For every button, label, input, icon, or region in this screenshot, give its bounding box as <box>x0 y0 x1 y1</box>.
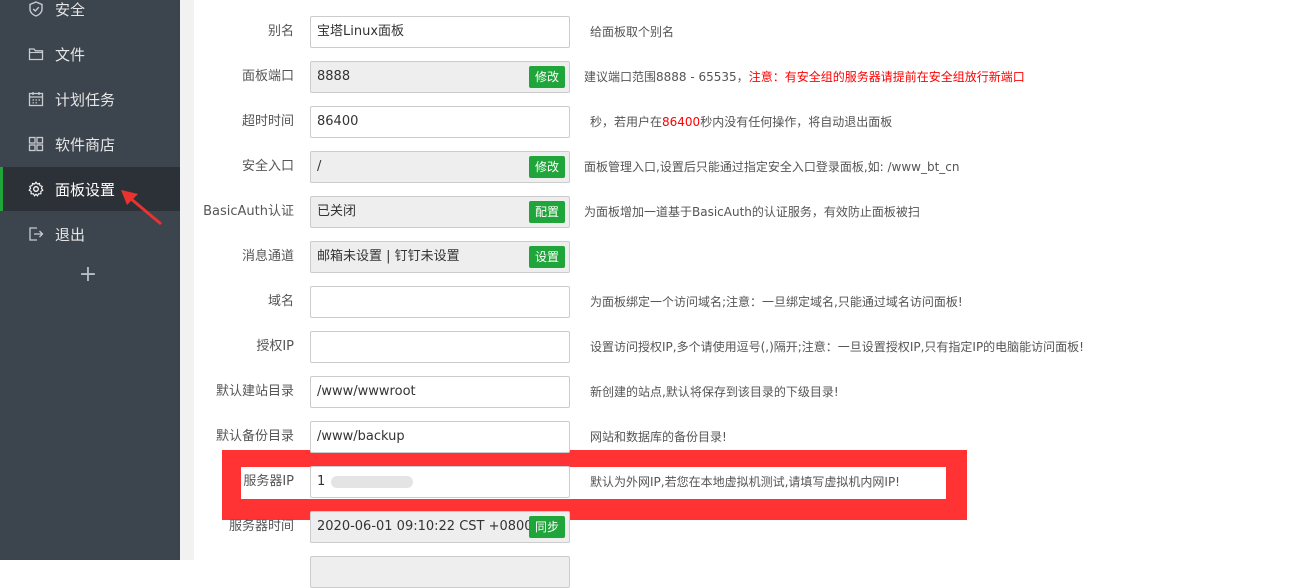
port-label: 面板端口 <box>241 69 294 84</box>
basic-auth-config-button[interactable]: 配置 <box>528 201 565 223</box>
alias-field[interactable]: 宝塔Linux面板 <box>310 16 570 48</box>
backup-dir-hint: 网站和数据库的备份目录! <box>590 430 727 444</box>
backup-dir-value: /www/backup <box>317 429 405 444</box>
sidebar-item-security[interactable]: 安全 <box>0 0 180 31</box>
basic-auth-hint: 为面板增加一道基于BasicAuth的认证服务，有效防止面板被扫 <box>584 205 920 219</box>
form-row-backup-dir: 默认备份目录 /www/backup 网站和数据库的备份目录! <box>194 421 1301 453</box>
auth-ip-hint: 设置访问授权IP,多个请使用逗号(,)隔开;注意：一旦设置授权IP,只有指定IP… <box>590 340 1084 354</box>
form-row-auth-ip: 授权IP 设置访问授权IP,多个请使用逗号(,)隔开;注意：一旦设置授权IP,只… <box>194 331 1301 363</box>
timeout-hint: 秒，若用户在86400秒内没有任何操作，将自动退出面板 <box>590 106 892 138</box>
security-entry-field: / 修改 <box>310 151 570 183</box>
backup-dir-label: 默认备份目录 <box>215 429 294 444</box>
sidebar-item-cron[interactable]: 计划任务 <box>0 77 180 121</box>
server-ip-hint: 默认为外网IP,若您在本地虚拟机测试,请填写虚拟机内网IP! <box>590 475 900 489</box>
logout-icon <box>26 224 46 244</box>
content-gutter <box>180 0 194 560</box>
sidebar-item-label: 计划任务 <box>55 90 116 109</box>
timeout-value: 86400 <box>317 114 359 129</box>
gear-icon <box>26 179 46 199</box>
form-row-message-channel: 消息通道 邮箱未设置 | 钉钉未设置 设置 <box>194 241 1301 273</box>
server-time-value: 2020-06-01 09:10:22 CST +0800 <box>317 519 533 534</box>
port-hint: 建议端口范围8888 - 65535，注意：有安全组的服务器请提前在安全组放行新… <box>584 61 1025 93</box>
sidebar-item-label: 文件 <box>55 45 86 64</box>
domain-field[interactable] <box>310 286 570 318</box>
site-dir-field[interactable]: /www/wwwroot <box>310 376 570 408</box>
redacted-ip-blur <box>331 475 414 488</box>
timeout-hint-suffix: 秒内没有任何操作，将自动退出面板 <box>700 115 893 129</box>
sidebar-item-store[interactable]: 软件商店 <box>0 122 180 166</box>
server-ip-field[interactable]: 1 <box>310 466 570 498</box>
port-modify-button[interactable]: 修改 <box>528 66 565 88</box>
form-row-port: 面板端口 8888 修改 建议端口范围8888 - 65535，注意：有安全组的… <box>194 61 1301 93</box>
form-row-security-entry: 安全入口 / 修改 面板管理入口,设置后只能通过指定安全入口登录面板,如: /w… <box>194 151 1301 183</box>
alias-hint: 给面板取个别名 <box>590 25 675 39</box>
backup-dir-field[interactable]: /www/backup <box>310 421 570 453</box>
port-field: 8888 修改 <box>310 61 570 93</box>
timeout-hint-value: 86400 <box>662 115 701 129</box>
site-dir-label: 默认建站目录 <box>215 384 294 399</box>
form-row-alias: 别名 宝塔Linux面板 给面板取个别名 <box>194 16 1301 48</box>
server-ip-label: 服务器IP <box>243 474 294 489</box>
port-hint-text: 建议端口范围8888 - 65535， <box>584 70 749 84</box>
form-row-server-time: 服务器时间 2020-06-01 09:10:22 CST +0800 同步 <box>194 511 1301 543</box>
annotation-arrow-icon <box>121 190 162 226</box>
sidebar-item-label: 退出 <box>55 225 86 244</box>
message-channel-label: 消息通道 <box>241 249 294 264</box>
add-button[interactable]: + <box>76 263 100 287</box>
domain-label: 域名 <box>267 294 294 309</box>
site-dir-value: /www/wwwroot <box>317 384 416 399</box>
alias-label: 别名 <box>267 24 294 39</box>
site-dir-hint: 新创建的站点,默认将保存到该目录的下级目录! <box>590 385 839 399</box>
security-entry-modify-button[interactable]: 修改 <box>528 156 565 178</box>
message-channel-setup-button[interactable]: 设置 <box>528 246 565 268</box>
sidebar: 安全 文件 计划任务 软件商店 面板设置 退出 + <box>0 0 180 560</box>
message-channel-field: 邮箱未设置 | 钉钉未设置 设置 <box>310 241 570 273</box>
sidebar-item-label: 安全 <box>55 0 86 19</box>
timeout-label: 超时时间 <box>241 114 294 129</box>
domain-hint: 为面板绑定一个访问域名;注意：一旦绑定域名,只能通过域名访问面板! <box>590 295 963 309</box>
server-ip-value: 1 <box>317 467 414 497</box>
message-channel-value: 邮箱未设置 | 钉钉未设置 <box>317 249 460 264</box>
next-row-field <box>310 556 570 588</box>
auth-ip-label: 授权IP <box>256 339 294 354</box>
form-row-domain: 域名 为面板绑定一个访问域名;注意：一旦绑定域名,只能通过域名访问面板! <box>194 286 1301 318</box>
basic-auth-label: BasicAuth认证 <box>203 204 294 219</box>
form-row-timeout: 超时时间 86400 秒，若用户在86400秒内没有任何操作，将自动退出面板 <box>194 106 1301 138</box>
sidebar-item-label: 软件商店 <box>55 135 116 154</box>
calendar-icon <box>26 89 46 109</box>
port-value: 8888 <box>317 69 351 84</box>
basic-auth-value: 已关闭 <box>317 204 357 219</box>
shield-icon <box>26 0 46 19</box>
form-row-basic-auth: BasicAuth认证 已关闭 配置 为面板增加一道基于BasicAuth的认证… <box>194 196 1301 228</box>
sidebar-item-label: 面板设置 <box>55 180 116 199</box>
sidebar-item-files[interactable]: 文件 <box>0 32 180 76</box>
alias-value: 宝塔Linux面板 <box>317 24 405 39</box>
server-time-field: 2020-06-01 09:10:22 CST +0800 同步 <box>310 511 570 543</box>
server-time-label: 服务器时间 <box>228 519 294 534</box>
folder-icon <box>26 44 46 64</box>
security-entry-hint: 面板管理入口,设置后只能通过指定安全入口登录面板,如: /www_bt_cn <box>584 160 960 174</box>
security-entry-value: / <box>317 159 322 174</box>
basic-auth-field: 已关闭 配置 <box>310 196 570 228</box>
grid-icon <box>26 134 46 154</box>
timeout-hint-prefix: 秒，若用户在 <box>590 115 663 129</box>
server-ip-visible-text: 1 <box>317 474 326 489</box>
form-row-server-ip: 服务器IP 1 默认为外网IP,若您在本地虚拟机测试,请填写虚拟机内网IP! <box>194 466 1301 498</box>
auth-ip-field[interactable] <box>310 331 570 363</box>
form-row-next-partial <box>194 556 1301 588</box>
security-entry-label: 安全入口 <box>241 159 294 174</box>
server-time-sync-button[interactable]: 同步 <box>528 516 565 538</box>
form-row-site-dir: 默认建站目录 /www/wwwroot 新创建的站点,默认将保存到该目录的下级目… <box>194 376 1301 408</box>
timeout-field[interactable]: 86400 <box>310 106 570 138</box>
port-hint-warning: 注意：有安全组的服务器请提前在安全组放行新端口 <box>748 70 1025 84</box>
